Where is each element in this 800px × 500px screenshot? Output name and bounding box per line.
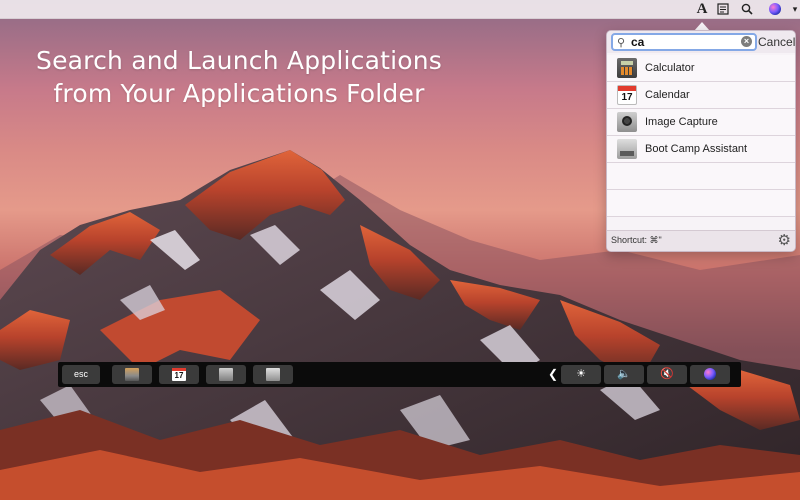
volume-icon[interactable]: 🔈 — [604, 365, 644, 384]
calculator-icon — [125, 368, 139, 381]
popup-footer: Shortcut: ⌘" ⚙ — [607, 230, 795, 251]
siri-icon[interactable] — [768, 1, 782, 17]
boot-camp-icon — [617, 139, 637, 159]
menu-bar: A ▾ — [0, 0, 800, 19]
result-row-image-capture[interactable]: Image Capture — [607, 109, 795, 136]
notes-glyph — [717, 3, 729, 15]
search-input[interactable]: ⚲ ca × — [611, 33, 757, 51]
notes-icon[interactable] — [714, 1, 732, 17]
shortcut-label: Shortcut: ⌘" — [611, 235, 662, 245]
search-icon: ⚲ — [617, 37, 626, 49]
touchbar-calendar-day: 17 — [174, 371, 184, 380]
headline-line-2: from Your Applications Folder — [53, 79, 425, 108]
brightness-icon[interactable]: ☀ — [561, 365, 601, 384]
spotlight-search-icon[interactable] — [739, 1, 755, 17]
search-row: ⚲ ca × Cancel — [607, 31, 795, 53]
control-strip: ❮ ☀ 🔈 🔇 — [548, 365, 738, 384]
touchbar-boot-camp-button[interactable] — [253, 365, 293, 384]
boot-camp-icon — [266, 368, 280, 381]
result-row-calendar[interactable]: 17 Calendar — [607, 82, 795, 109]
result-row-boot-camp[interactable]: Boot Camp Assistant — [607, 136, 795, 163]
calendar-icon: 17 — [617, 85, 637, 105]
image-capture-icon — [617, 112, 637, 132]
result-label: Calculator — [645, 62, 695, 74]
collapse-icon[interactable]: ❮ — [548, 365, 558, 384]
touch-bar: esc 17 ❮ ☀ 🔈 🔇 — [58, 362, 741, 387]
touchbar-calendar-button[interactable]: 17 — [159, 365, 199, 384]
calendar-day: 17 — [621, 92, 633, 103]
siri-orb — [769, 3, 781, 15]
touchbar-siri-button[interactable] — [690, 365, 730, 384]
result-label: Calendar — [645, 89, 690, 101]
result-row-calculator[interactable]: Calculator — [607, 55, 795, 82]
calendar-icon: 17 — [172, 368, 186, 381]
touchbar-calculator-button[interactable] — [112, 365, 152, 384]
gear-icon[interactable]: ⚙ — [778, 233, 791, 249]
siri-icon — [704, 368, 716, 380]
result-label: Boot Camp Assistant — [645, 143, 748, 155]
cancel-button[interactable]: Cancel — [758, 34, 795, 50]
mute-icon[interactable]: 🔇 — [647, 365, 687, 384]
clear-search-icon[interactable]: × — [741, 36, 752, 47]
touchbar-image-capture-button[interactable] — [206, 365, 246, 384]
search-value[interactable]: ca — [631, 35, 644, 50]
headline: Search and Launch Applications from Your… — [24, 44, 454, 110]
calculator-icon — [617, 58, 637, 78]
empty-row — [607, 190, 795, 217]
chevron-down-icon[interactable]: ▾ — [790, 1, 800, 17]
results-list: Calculator 17 Calendar Image Capture Boo… — [607, 55, 795, 217]
magnifier-glyph — [741, 3, 753, 15]
headline-line-1: Search and Launch Applications — [36, 46, 442, 75]
app-launcher-icon[interactable]: A — [693, 1, 711, 17]
empty-row — [607, 163, 795, 190]
image-capture-icon — [219, 368, 233, 381]
app-search-popup: ⚲ ca × Cancel Calculator 17 Calendar Ima… — [606, 30, 796, 252]
result-label: Image Capture — [645, 116, 718, 128]
esc-key[interactable]: esc — [62, 365, 100, 384]
